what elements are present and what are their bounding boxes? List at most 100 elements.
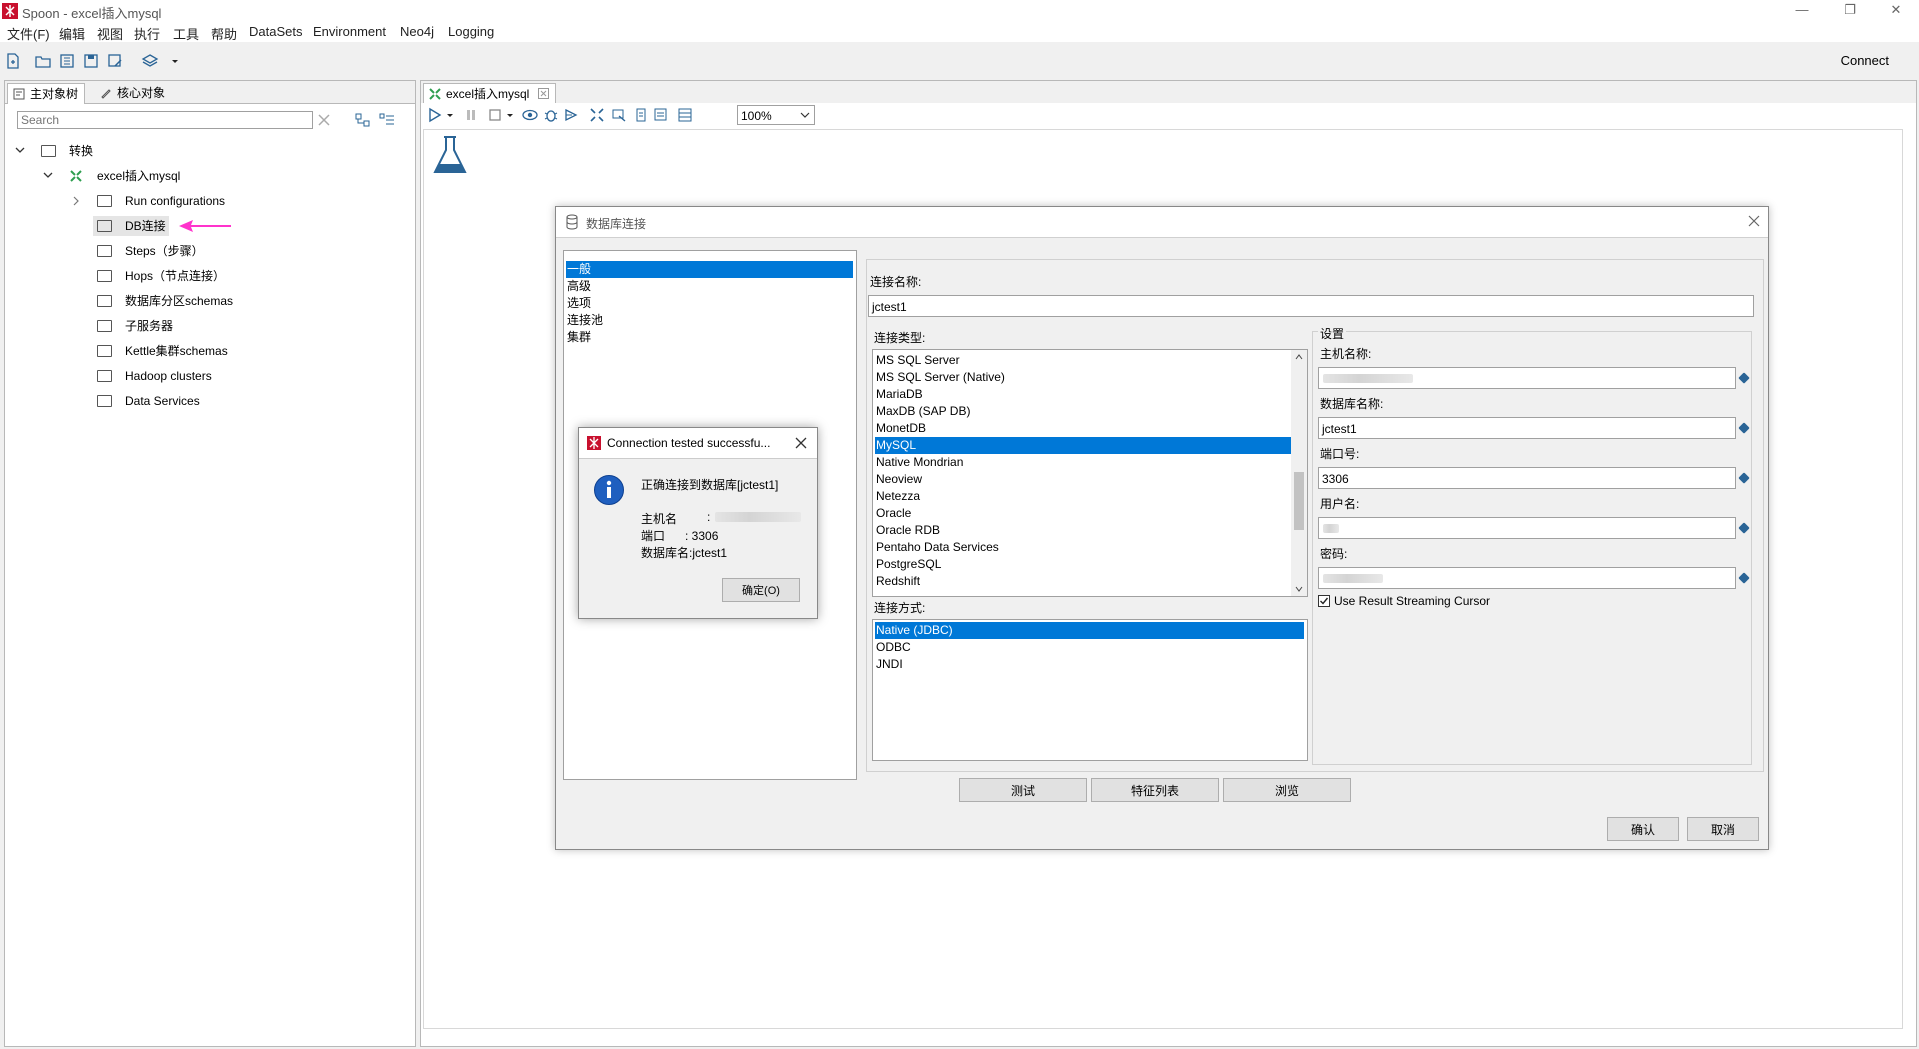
- list-item[interactable]: Native Mondrian: [875, 454, 1292, 471]
- tree-item-cluster-schemas[interactable]: Kettle集群schemas: [93, 341, 343, 361]
- connect-button[interactable]: Connect: [1841, 53, 1889, 68]
- close-window-button[interactable]: ✕: [1880, 2, 1912, 20]
- tree-item-steps[interactable]: Steps（步骤）: [93, 241, 343, 261]
- host-name-input[interactable]: [1318, 367, 1736, 389]
- explore-database-icon[interactable]: [653, 107, 669, 123]
- new-file-icon[interactable]: [4, 52, 22, 70]
- list-item[interactable]: MaxDB (SAP DB): [875, 403, 1292, 420]
- list-item[interactable]: Neoview: [875, 471, 1292, 488]
- chevron-down-icon[interactable]: [1295, 586, 1303, 592]
- chevron-down-icon[interactable]: [166, 52, 184, 70]
- explore-repository-icon[interactable]: [58, 52, 76, 70]
- list-item[interactable]: MonetDB: [875, 420, 1292, 437]
- username-input[interactable]: [1318, 517, 1736, 539]
- tree-item-hops[interactable]: Hops（节点连接）: [93, 266, 343, 286]
- menu-datasets[interactable]: DataSets: [249, 24, 302, 39]
- pause-icon[interactable]: [463, 107, 479, 123]
- list-item[interactable]: MariaDB: [875, 386, 1292, 403]
- replay-icon[interactable]: [563, 107, 579, 123]
- port-input[interactable]: 3306: [1318, 467, 1736, 489]
- clear-search-icon[interactable]: [317, 113, 331, 127]
- tree-root-transforms[interactable]: 转换: [15, 141, 315, 161]
- list-item[interactable]: Redshift: [875, 573, 1292, 590]
- ok-button[interactable]: 确认: [1607, 817, 1679, 841]
- tree-item-label: Hops（节点连接）: [125, 269, 226, 283]
- list-item[interactable]: MS SQL Server (Native): [875, 369, 1292, 386]
- show-results-icon[interactable]: [677, 107, 693, 123]
- chevron-down-icon[interactable]: [445, 107, 455, 123]
- menu-logging[interactable]: Logging: [448, 24, 494, 39]
- list-item-selected[interactable]: Native (JDBC): [875, 622, 1304, 639]
- menu-neo4j[interactable]: Neo4j: [400, 24, 434, 39]
- vertical-scrollbar[interactable]: [1291, 350, 1307, 596]
- list-item[interactable]: PostgreSQL: [875, 556, 1292, 573]
- menu-edit[interactable]: 编辑: [59, 24, 85, 43]
- tree-item-db-connections[interactable]: DB连接: [93, 216, 169, 236]
- test-button[interactable]: 测试: [959, 778, 1087, 802]
- nav-item-advanced[interactable]: 高级: [566, 278, 853, 295]
- close-icon[interactable]: [1748, 215, 1760, 227]
- minimize-button[interactable]: —: [1786, 2, 1818, 20]
- sql-script-icon[interactable]: [633, 107, 649, 123]
- tree-item-data-services[interactable]: Data Services: [93, 391, 343, 411]
- list-item[interactable]: Oracle: [875, 505, 1292, 522]
- chevron-up-icon[interactable]: [1295, 354, 1303, 360]
- list-item[interactable]: Netezza: [875, 488, 1292, 505]
- chevron-down-icon[interactable]: [505, 107, 515, 123]
- database-name-input[interactable]: jctest1: [1318, 417, 1736, 439]
- tree-item-partition-schemas[interactable]: 数据库分区schemas: [93, 291, 343, 311]
- menu-run[interactable]: 执行: [134, 24, 160, 43]
- tab-main-object-tree[interactable]: 主对象树: [7, 83, 86, 104]
- save-icon[interactable]: [82, 52, 100, 70]
- access-type-list[interactable]: Native (JDBC) ODBC JNDI: [872, 619, 1308, 761]
- menu-file[interactable]: 文件(F): [7, 24, 50, 43]
- checkbox-box[interactable]: [1318, 595, 1330, 607]
- list-item-selected[interactable]: MySQL: [875, 437, 1292, 454]
- save-as-icon[interactable]: [106, 52, 124, 70]
- list-item[interactable]: Pentaho Data Services: [875, 539, 1292, 556]
- preview-eye-icon[interactable]: [521, 107, 539, 123]
- menu-environment[interactable]: Environment: [313, 24, 386, 39]
- tree-transform-node[interactable]: excel插入mysql: [43, 166, 343, 186]
- feature-list-button[interactable]: 特征列表: [1091, 778, 1219, 802]
- tab-transformation[interactable]: excel插入mysql: [423, 83, 557, 104]
- nav-item-options[interactable]: 选项: [566, 295, 853, 312]
- tree-item-hadoop-clusters[interactable]: Hadoop clusters: [93, 366, 343, 386]
- streaming-cursor-checkbox[interactable]: Use Result Streaming Cursor: [1318, 593, 1618, 611]
- explore-button[interactable]: 浏览: [1223, 778, 1351, 802]
- close-tab-icon[interactable]: [538, 88, 550, 99]
- impact-analysis-icon[interactable]: [611, 107, 627, 123]
- scrollbar-thumb[interactable]: [1294, 472, 1304, 530]
- expand-tree-icon[interactable]: [379, 113, 395, 127]
- list-item[interactable]: ODBC: [875, 639, 1292, 656]
- connection-type-list[interactable]: MS SQL Server MS SQL Server (Native) Mar…: [872, 349, 1308, 597]
- menu-help[interactable]: 帮助: [211, 24, 237, 43]
- nav-item-pooling[interactable]: 连接池: [566, 312, 853, 329]
- password-input[interactable]: [1318, 567, 1736, 589]
- tree-item-run-configurations[interactable]: Run configurations: [71, 191, 371, 211]
- list-item[interactable]: MS SQL Server: [875, 352, 1292, 369]
- close-icon[interactable]: [795, 437, 807, 449]
- database-line: 数据库名:jctest1: [641, 546, 728, 560]
- stop-icon[interactable]: [487, 107, 503, 123]
- debug-bug-icon[interactable]: [543, 107, 559, 123]
- restore-button[interactable]: ❐: [1834, 2, 1866, 20]
- connection-name-input[interactable]: jctest1: [868, 295, 1754, 317]
- cancel-button[interactable]: 取消: [1687, 817, 1759, 841]
- list-item[interactable]: JNDI: [875, 656, 1292, 673]
- list-item[interactable]: Oracle RDB: [875, 522, 1292, 539]
- collapse-tree-icon[interactable]: [355, 113, 371, 127]
- nav-item-general[interactable]: 一般: [566, 261, 853, 278]
- nav-item-clustering[interactable]: 集群: [566, 329, 853, 346]
- confirm-ok-button[interactable]: 确定(O): [722, 578, 800, 602]
- zoom-select[interactable]: 100%: [737, 105, 815, 125]
- tree-item-slave-servers[interactable]: 子服务器: [93, 316, 343, 336]
- menu-view[interactable]: 视图: [97, 24, 123, 43]
- run-icon[interactable]: [427, 107, 443, 123]
- search-input[interactable]: [17, 111, 313, 129]
- menu-tools[interactable]: 工具: [173, 24, 199, 43]
- perspective-layers-icon[interactable]: [141, 52, 159, 70]
- verify-icon[interactable]: [589, 107, 605, 123]
- tab-core-objects[interactable]: 核心对象: [95, 83, 171, 103]
- open-folder-icon[interactable]: [34, 52, 52, 70]
